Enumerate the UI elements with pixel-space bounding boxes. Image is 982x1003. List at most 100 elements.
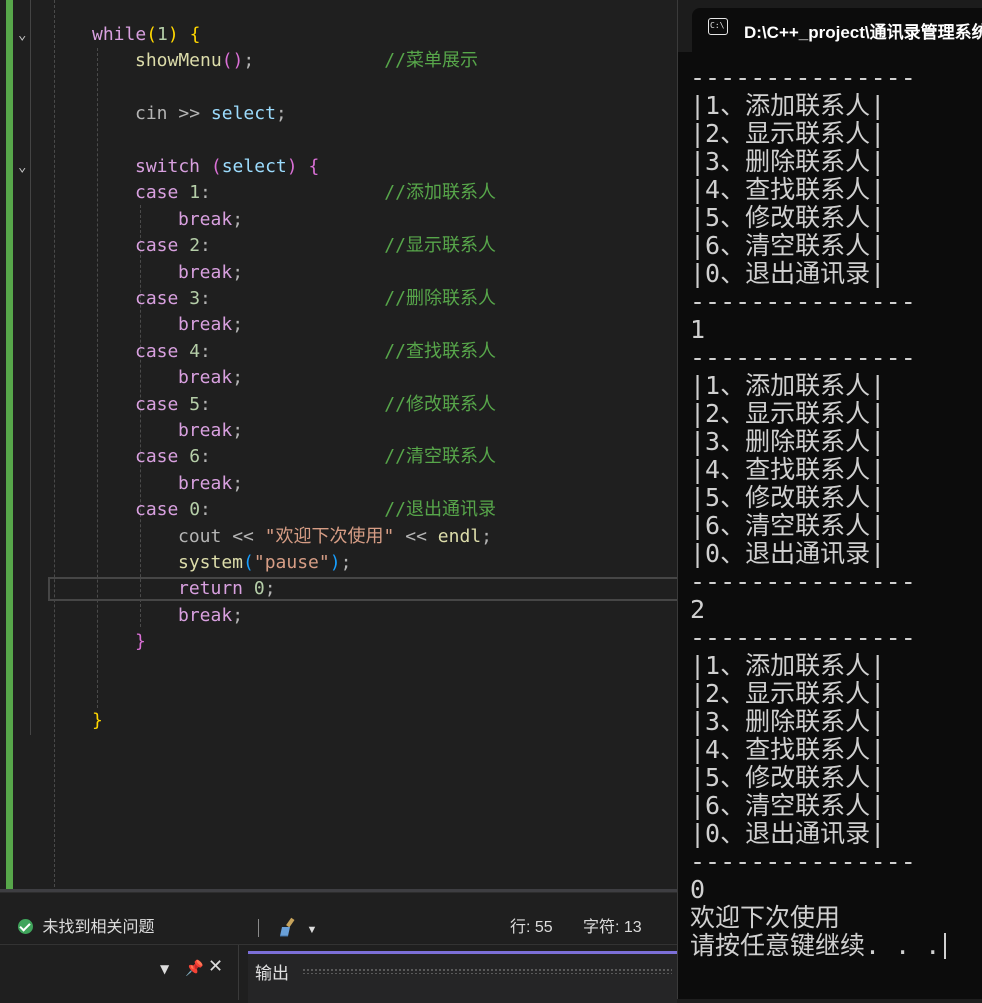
code-token: case	[135, 393, 179, 415]
code-token: ;	[232, 420, 244, 441]
code-token: <<	[405, 525, 427, 547]
code-line[interactable]: case 3: //删除联系人	[135, 286, 496, 312]
console-tab[interactable]: C:\ D:\C++_project\通讯录管理系统	[692, 8, 982, 52]
code-token: 5	[189, 393, 201, 415]
code-token: ;	[232, 472, 244, 494]
code-token: //查找联系人	[384, 340, 496, 362]
outline-line	[30, 655, 31, 735]
code-cleanup-button[interactable]: ▼	[278, 917, 317, 944]
console-line: |4、查找联系人|	[690, 455, 886, 484]
code-line[interactable]: }	[135, 629, 146, 655]
code-line[interactable]: showMenu(); //菜单展示	[135, 48, 478, 74]
code-token: break	[178, 208, 233, 230]
code-token: ;	[340, 552, 352, 573]
code-editor[interactable]: ⌄ ⌄ while(1) {showMenu(); //菜单展示 cin >> s…	[0, 0, 677, 892]
indent-guide	[54, 0, 55, 892]
code-line[interactable]: case 6: //清空联系人	[135, 444, 496, 470]
code-token: system	[178, 552, 244, 573]
pin-icon[interactable]: 📌	[185, 959, 204, 977]
code-token: 6	[189, 446, 201, 468]
console-line: ---------------	[690, 623, 916, 652]
code-token: :	[200, 446, 211, 468]
code-token: while	[92, 24, 147, 45]
issues-status[interactable]: 未找到相关问题	[18, 917, 154, 939]
console-line: |6、清空联系人|	[690, 231, 886, 260]
console-line: |3、删除联系人|	[690, 427, 886, 456]
code-line[interactable]: case 0: //退出通讯录	[135, 497, 496, 523]
panel-dropdown-icon[interactable]: ▼	[160, 962, 169, 976]
code-token: (	[146, 24, 158, 45]
code-line[interactable]: cout << "欢迎下次使用" << endl;	[178, 524, 492, 550]
code-line[interactable]: case 2: //显示联系人	[135, 233, 496, 259]
code-token: //修改联系人	[384, 393, 496, 415]
panel-drag-grip[interactable]	[302, 968, 672, 974]
code-line[interactable]: break;	[178, 603, 243, 629]
code-line[interactable]: break;	[178, 365, 243, 391]
code-token: ;	[243, 50, 255, 72]
console-line: 0	[690, 875, 706, 904]
code-token: ;	[232, 261, 244, 283]
code-token: //清空联系人	[384, 446, 496, 468]
code-line[interactable]: break;	[178, 471, 243, 497]
column-indicator[interactable]: 字符: 13	[583, 917, 642, 939]
console-line: |0、退出通讯录|	[690, 259, 886, 288]
code-token: break	[178, 472, 233, 494]
code-token: break	[178, 604, 233, 626]
indent-guide	[97, 48, 98, 708]
code-token: cin	[135, 103, 179, 125]
code-token: showMenu	[135, 50, 222, 72]
output-panel-title[interactable]: 输出	[255, 959, 289, 984]
code-line[interactable]: break;	[178, 312, 243, 338]
console-output: --------------- |1、添加联系人| |2、显示联系人| |3、删除联系…	[690, 64, 947, 960]
issues-label: 未找到相关问题	[42, 919, 155, 936]
status-divider	[258, 919, 259, 937]
line-indicator[interactable]: 行: 55	[510, 917, 553, 939]
code-token: break	[178, 261, 233, 283]
code-line[interactable]: }	[92, 708, 103, 734]
console-line: ---------------	[690, 567, 916, 596]
code-line[interactable]: cin >> select;	[135, 101, 287, 127]
code-token: :	[200, 288, 211, 309]
code-line[interactable]: break;	[178, 418, 243, 444]
fold-chevron-icon[interactable]: ⌄	[18, 28, 26, 42]
code-token: case	[135, 182, 179, 204]
code-line[interactable]: system("pause");	[178, 550, 351, 576]
code-token: ;	[232, 208, 244, 230]
fold-chevron-icon[interactable]: ⌄	[18, 160, 26, 174]
change-indicator-bar	[6, 0, 13, 892]
console-line: |3、删除联系人|	[690, 707, 886, 736]
console-line: |0、退出通讯录|	[690, 539, 886, 568]
code-token: ;	[232, 367, 244, 389]
code-line[interactable]: break;	[178, 207, 243, 233]
code-token: ;	[481, 525, 492, 547]
code-token: //退出通讯录	[384, 499, 496, 521]
output-panel: 输出	[248, 951, 677, 1003]
code-line[interactable]: case 4: //查找联系人	[135, 339, 496, 365]
code-line[interactable]: while(1) {	[92, 22, 200, 48]
console-line: 欢迎下次使用	[690, 903, 841, 932]
code-line[interactable]: case 5: //修改联系人	[135, 392, 496, 418]
close-icon[interactable]: ✕	[208, 956, 223, 977]
code-token: :	[200, 235, 211, 257]
console-line: |6、清空联系人|	[690, 791, 886, 820]
code-token: case	[135, 288, 179, 309]
code-token: ;	[232, 604, 244, 626]
console-line: |5、修改联系人|	[690, 203, 886, 232]
code-line[interactable]: case 1: //添加联系人	[135, 180, 496, 206]
console-line: |5、修改联系人|	[690, 763, 886, 792]
code-token: :	[200, 393, 211, 415]
code-line[interactable]: switch (select) {	[135, 154, 319, 180]
code-line[interactable]: return 0;	[178, 576, 276, 602]
console-line: 请按任意键继续. . .	[690, 932, 947, 960]
console-window[interactable]: C:\ D:\C++_project\通讯录管理系统 -------------…	[677, 0, 982, 999]
code-token: cout	[178, 525, 233, 547]
code-token: 0	[189, 499, 201, 521]
code-line[interactable]: break;	[178, 260, 243, 286]
